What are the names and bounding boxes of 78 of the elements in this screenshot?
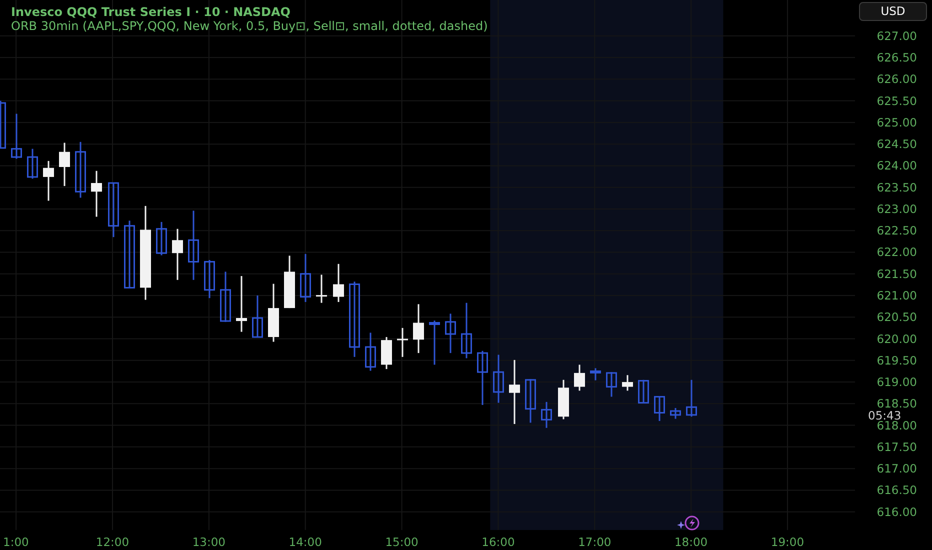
candle [156,222,167,256]
candle [220,272,231,322]
candle [654,396,665,421]
candle [686,380,697,417]
candle [300,254,311,302]
candle [188,210,199,280]
price-label: 626.00 [876,72,917,86]
lightning-icon[interactable] [677,516,700,530]
candle [461,302,472,358]
time-label: 16:00 [482,535,515,549]
currency-button[interactable]: USD [859,2,927,21]
symbol-title: Invesco QQQ Trust Series I · 10 · NASDAQ [11,5,292,19]
candle [11,114,22,159]
price-label: 623.00 [876,202,917,216]
candle [590,368,601,380]
candle [558,380,569,420]
candle [0,100,6,149]
time-label: 12:00 [96,535,130,549]
price-label: 622.00 [876,245,917,260]
candle [124,220,135,288]
candle [429,320,440,365]
candle [541,402,552,428]
candle [204,260,215,298]
time-label: 13:00 [192,535,226,549]
price-label: 620.50 [876,310,917,324]
candle [445,314,456,354]
candle [574,364,585,391]
candle [638,380,649,404]
price-label: 623.50 [876,180,917,194]
candle [268,284,279,342]
candle [172,228,183,280]
candle [91,170,102,217]
candle [108,182,119,238]
candle [365,332,376,371]
candle [59,142,70,186]
time-label: 15:00 [385,535,418,549]
candle [670,408,681,419]
price-label: 621.50 [876,266,917,281]
price-label: 616.00 [876,504,917,519]
countdown-label: 05:43 [868,408,902,422]
price-label: 622.50 [876,224,917,238]
price-label: 627.00 [876,28,917,43]
candle [236,276,247,332]
candle [622,375,633,391]
candle [493,354,504,403]
time-label: 14:00 [288,535,322,549]
price-label: 617.00 [876,462,917,476]
candle [43,160,54,201]
candle [525,379,536,423]
candle [333,264,344,302]
candle [477,350,488,405]
price-label: 626.50 [876,50,917,65]
price-label: 625.00 [876,115,917,130]
price-label: 616.50 [876,483,917,498]
candle [316,274,327,303]
price-label: 619.00 [876,375,917,390]
price-label: 621.00 [876,288,917,302]
price-label: 624.50 [876,137,917,152]
time-label: 19:00 [770,535,804,549]
time-label: 18:00 [674,535,708,549]
candle [75,142,86,198]
candle [284,256,295,308]
price-label: 625.50 [876,94,917,108]
price-label: 617.50 [876,440,917,454]
price-label: 624.00 [876,158,917,173]
indicator-legend: ORB 30min (AAPL,SPY,QQQ, New York, 0.5, Buy⊡, Sell⊡, small, dotted, dashed) [11,19,488,33]
time-label: 1:00 [3,535,29,549]
price-label: 619.50 [876,353,917,368]
candle [397,328,408,357]
candle [509,360,520,424]
price-label: 618.50 [876,396,917,411]
candle [381,337,392,370]
price-label: 620.00 [876,332,917,346]
candle [27,148,38,179]
candle [252,296,263,338]
time-label: 17:00 [578,535,612,549]
candle [606,372,617,397]
candle [413,304,424,354]
